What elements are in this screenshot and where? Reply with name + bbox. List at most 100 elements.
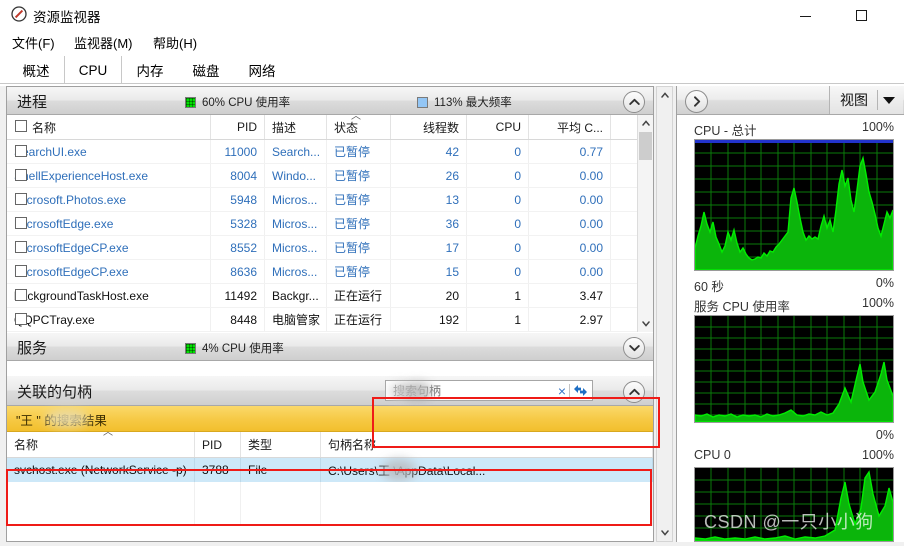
table-row[interactable]: QQPCTray.exe 8448 电脑管家 正在运行 192 1 2.97	[7, 308, 653, 332]
row-checkbox[interactable]	[15, 193, 27, 205]
table-row[interactable]: backgroundTaskHost.exe 11492 Backgr... 正…	[7, 284, 653, 308]
table-row[interactable]: SearchUI.exe 11000 Search... 已暂停 42 0 0.…	[7, 140, 653, 164]
process-name: ShellExperienceHost.exe	[7, 164, 211, 187]
process-col-pid[interactable]: PID	[211, 115, 265, 139]
menu-help[interactable]: 帮助(H)	[153, 33, 197, 52]
row-checkbox[interactable]	[15, 145, 27, 157]
process-status: 已暂停	[327, 164, 391, 187]
process-cpu: 0	[467, 260, 529, 283]
view-dropdown-separator	[877, 90, 878, 110]
scrollbar-thumb[interactable]	[639, 132, 652, 160]
handles-section-header[interactable]: 关联的句柄 ×	[7, 376, 653, 406]
row-checkbox[interactable]	[15, 289, 27, 301]
process-status: 已暂停	[327, 236, 391, 259]
row-checkbox[interactable]	[15, 241, 27, 253]
tab-underline	[0, 83, 904, 84]
view-dropdown-button[interactable]: 视图	[829, 86, 903, 114]
handle-col-handlename[interactable]: 句柄名称	[321, 432, 653, 457]
table-row[interactable]: ShellExperienceHost.exe 8004 Windo... 已暂…	[7, 164, 653, 188]
processes-collapse-button[interactable]	[623, 91, 645, 113]
sort-ascending-icon: ︿	[103, 427, 113, 438]
processes-legend-cpu: 60% CPU 使用率	[185, 94, 290, 110]
handle-col-name[interactable]: 名称 ︿	[7, 428, 195, 457]
process-list: SearchUI.exe 11000 Search... 已暂停 42 0 0.…	[7, 140, 653, 332]
process-col-cpu[interactable]: CPU	[467, 115, 529, 139]
process-name: MicrosoftEdgeCP.exe	[7, 236, 211, 259]
menu-file[interactable]: 文件(F)	[12, 33, 55, 52]
tab-cpu-label: CPU	[78, 62, 108, 78]
tab-cpu[interactable]: CPU	[64, 56, 122, 84]
max-frequency-swatch-icon	[417, 96, 428, 108]
process-col-status[interactable]: 状态 ︿	[327, 111, 391, 139]
tab-overview[interactable]: 概述	[8, 56, 64, 84]
process-avgcpu: 2.97	[529, 308, 611, 331]
clear-search-icon[interactable]: ×	[558, 383, 566, 400]
graph-max-line	[695, 140, 893, 143]
graph-pane-expand-button[interactable]	[685, 90, 708, 113]
caret-down-icon[interactable]	[883, 96, 895, 104]
main-scrollbar[interactable]	[656, 86, 673, 542]
scroll-up-icon[interactable]	[638, 115, 653, 131]
process-cpu: 1	[467, 308, 529, 331]
minimize-button[interactable]	[782, 0, 828, 30]
services-expand-button[interactable]	[623, 337, 645, 359]
process-cpu: 0	[467, 140, 529, 163]
process-col-avgcpu[interactable]: 平均 C...	[529, 115, 611, 139]
process-col-threads[interactable]: 线程数	[391, 115, 467, 139]
process-pid: 5948	[211, 188, 265, 211]
table-row[interactable]: MicrosoftEdgeCP.exe 8636 Micros... 已暂停 1…	[7, 260, 653, 284]
process-col-name[interactable]: 名称	[7, 115, 211, 139]
process-list-scrollbar[interactable]	[637, 115, 653, 332]
scroll-down-icon[interactable]	[657, 525, 672, 541]
processes-section-header[interactable]: 进程 60% CPU 使用率 113% 最大频率	[7, 87, 653, 115]
process-status: 已暂停	[327, 212, 391, 235]
row-checkbox[interactable]	[15, 217, 27, 229]
process-threads: 17	[391, 236, 467, 259]
handle-col-type[interactable]: 类型	[241, 432, 321, 457]
handle-col-pid[interactable]: PID	[195, 432, 241, 457]
sort-ascending-icon: ︿	[351, 111, 361, 122]
process-pid: 8636	[211, 260, 265, 283]
table-row[interactable]: svchost.exe (NetworkService -p) 3788 Fil…	[7, 458, 653, 482]
process-pid: 5328	[211, 212, 265, 235]
row-checkbox[interactable]	[15, 265, 27, 277]
row-checkbox[interactable]	[15, 169, 27, 181]
max-frequency-legend-label: 113% 最大频率	[434, 97, 512, 109]
table-row[interactable]: Microsoft.Photos.exe 5948 Micros... 已暂停 …	[7, 188, 653, 212]
content-area: 进程 60% CPU 使用率 113% 最大频率 名称 PID 描述 状态 ︿ …	[0, 86, 904, 546]
chevron-up-icon	[628, 98, 640, 105]
table-row[interactable]: MicrosoftEdgeCP.exe 8552 Micros... 已暂停 1…	[7, 236, 653, 260]
process-desc: Micros...	[265, 260, 327, 283]
graph-pane-header: 视图	[677, 86, 904, 115]
process-name: MicrosoftEdge.exe	[7, 212, 211, 235]
table-row[interactable]: MicrosoftEdge.exe 5328 Micros... 已暂停 36 …	[7, 212, 653, 236]
process-desc: Micros...	[265, 236, 327, 259]
graph-service-cpu	[694, 315, 894, 423]
process-threads: 15	[391, 260, 467, 283]
refresh-icon[interactable]	[572, 383, 589, 399]
tab-disk[interactable]: 磁盘	[178, 56, 234, 84]
process-avgcpu: 0.00	[529, 212, 611, 235]
tab-network[interactable]: 网络	[234, 56, 290, 84]
process-col-desc[interactable]: 描述	[265, 115, 327, 139]
menu-monitor[interactable]: 监视器(M)	[74, 33, 133, 52]
maximize-button[interactable]	[838, 0, 884, 30]
handles-collapse-button[interactable]	[623, 381, 645, 403]
scroll-up-icon[interactable]	[657, 87, 672, 103]
scroll-down-icon[interactable]	[638, 316, 653, 332]
process-threads: 42	[391, 140, 467, 163]
tab-memory[interactable]: 内存	[122, 56, 178, 84]
select-all-checkbox[interactable]	[15, 120, 27, 132]
graph-min-service-cpu: 0%	[875, 428, 894, 442]
process-desc: Backgr...	[265, 284, 327, 307]
handle-search-box[interactable]: ×	[385, 380, 593, 402]
tab-overview-label: 概述	[22, 64, 50, 79]
process-cpu: 0	[467, 164, 529, 187]
process-threads: 20	[391, 284, 467, 307]
process-avgcpu: 3.47	[529, 284, 611, 307]
process-pid: 8004	[211, 164, 265, 187]
row-checkbox[interactable]	[15, 313, 27, 325]
services-section-header[interactable]: 服务 4% CPU 使用率	[7, 333, 653, 361]
graph-duration-label: 60 秒	[694, 280, 724, 294]
process-pid: 11492	[211, 284, 265, 307]
